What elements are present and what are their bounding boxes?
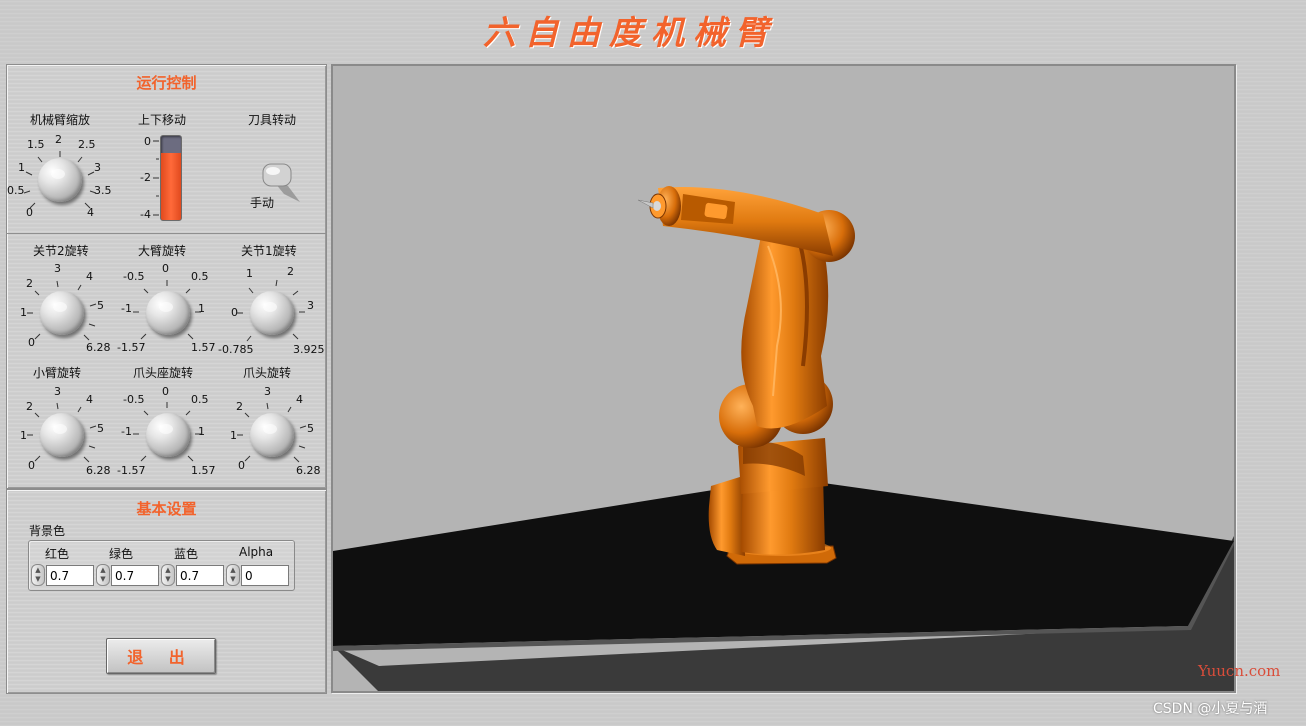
alpha-label: Alpha <box>239 545 274 559</box>
arm-scale-knob[interactable] <box>10 131 110 231</box>
bg-color-label: 背景色 <box>29 524 66 538</box>
red-label: 红色 <box>45 547 70 561</box>
big-arm-knob-cap[interactable] <box>146 291 190 335</box>
app-title: 六自由度机械臂 <box>483 13 777 52</box>
blue-label: 蓝色 <box>174 547 199 561</box>
big-arm-knob[interactable] <box>117 262 217 362</box>
yuucn-watermark: Yuucn.com <box>1198 662 1281 680</box>
exit-button[interactable]: 退 出 <box>106 638 216 674</box>
basic-settings-title: 基本设置 <box>136 500 197 518</box>
blue-spin-icon[interactable]: ▲ ▼ <box>161 564 175 586</box>
small-arm-knob[interactable] <box>11 384 111 484</box>
joint2-knob-cap[interactable] <box>40 291 84 335</box>
up-down-tick-neg4: -4 <box>140 208 151 221</box>
tool-rotate-mode: 手动 <box>250 196 275 210</box>
run-control-title: 运行控制 <box>136 74 197 92</box>
tool-rotate-label: 刀具转动 <box>248 113 297 127</box>
claw-base-knob[interactable] <box>117 384 217 484</box>
joint1-label: 关节1旋转 <box>241 244 297 258</box>
big-arm-label: 大臂旋转 <box>138 244 187 258</box>
small-arm-knob-cap[interactable] <box>40 413 84 457</box>
claw-head-knob[interactable] <box>221 384 321 484</box>
alpha-input[interactable] <box>241 565 289 586</box>
small-arm-label: 小臂旋转 <box>33 366 82 380</box>
arm-scale-knob-cap[interactable] <box>38 158 82 202</box>
up-down-slider[interactable] <box>160 135 182 221</box>
claw-head-label: 爪头旋转 <box>243 366 292 380</box>
divider <box>6 233 327 234</box>
blue-input[interactable] <box>176 565 224 586</box>
green-label: 绿色 <box>109 547 134 561</box>
robot-3d-viewport[interactable] <box>331 64 1236 693</box>
up-down-label: 上下移动 <box>138 113 187 127</box>
up-down-slider-fill <box>161 152 181 220</box>
claw-base-knob-cap[interactable] <box>146 413 190 457</box>
claw-base-label: 爪头座旋转 <box>133 366 194 380</box>
arm-scale-label: 机械臂缩放 <box>30 113 91 127</box>
up-down-tick-neg2: -2 <box>140 171 151 184</box>
claw-head-knob-cap[interactable] <box>250 413 294 457</box>
red-spin-icon[interactable]: ▲ ▼ <box>31 564 45 586</box>
green-spin-icon[interactable]: ▲ ▼ <box>96 564 110 586</box>
green-input[interactable] <box>111 565 159 586</box>
alpha-spin-icon[interactable]: ▲ ▼ <box>226 564 240 586</box>
joint2-label: 关节2旋转 <box>33 244 89 258</box>
csdn-watermark: CSDN @小夏与酒 <box>1153 701 1268 717</box>
joint1-knob[interactable] <box>221 262 321 362</box>
up-down-tick-0: 0 <box>144 135 151 148</box>
red-input[interactable] <box>46 565 94 586</box>
joint1-knob-cap[interactable] <box>250 291 294 335</box>
joint2-knob[interactable] <box>11 262 111 362</box>
robot-scene <box>333 66 1234 691</box>
